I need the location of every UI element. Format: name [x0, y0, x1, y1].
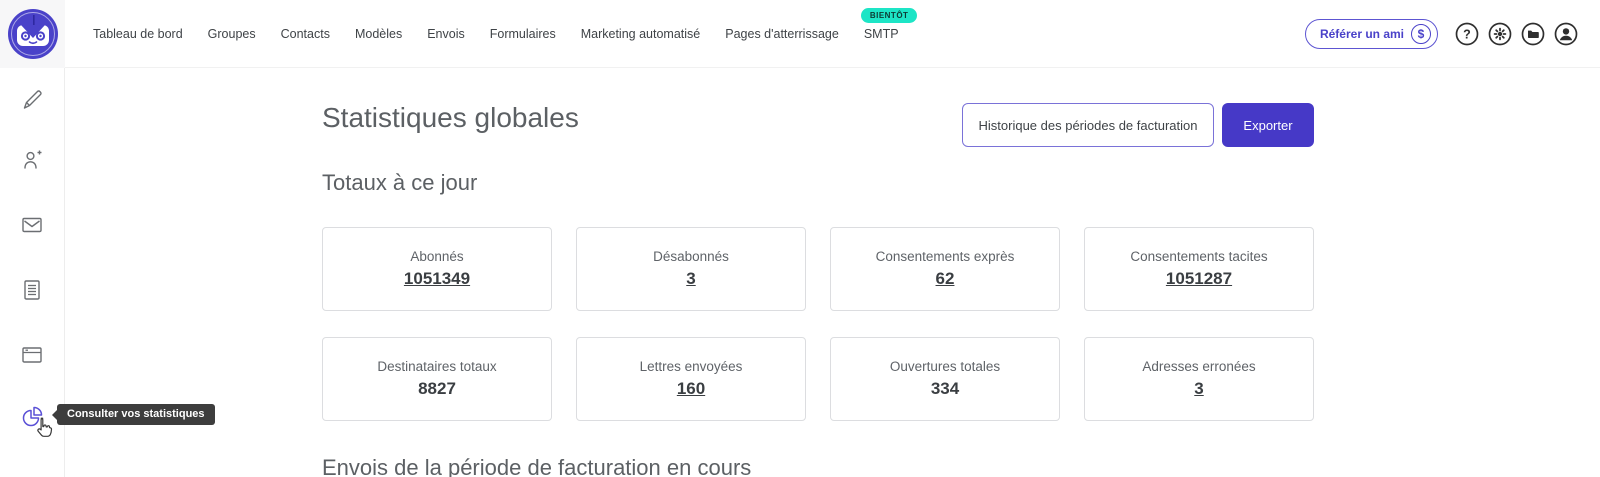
current-period-section-title: Envois de la période de facturation en c… — [322, 455, 752, 477]
stat-card-desabonnes: Désabonnés 3 — [576, 227, 806, 311]
stat-card-ouvertures-totales: Ouvertures totales 334 — [830, 337, 1060, 421]
stat-label: Consentements exprès — [875, 249, 1015, 264]
stat-card-adresses-erronees: Adresses erronées 3 — [1084, 337, 1314, 421]
dollar-icon: $ — [1411, 24, 1431, 44]
nav-marketing-automatise[interactable]: Marketing automatisé — [581, 27, 701, 41]
statistics-page: Tableau de bord Groupes Contacts Modèles… — [0, 0, 1600, 477]
stat-card-lettres-envoyees: Lettres envoyées 160 — [576, 337, 806, 421]
refer-friend-button[interactable]: Référer un ami $ — [1304, 19, 1438, 49]
stat-label: Consentements tacites — [1130, 249, 1268, 264]
page-title: Statistiques globales — [322, 102, 579, 133]
stat-value: 334 — [930, 379, 960, 398]
stats-cards-grid: Abonnés 1051349 Désabonnés 3 Consentemen… — [322, 227, 1314, 421]
owl-robot-logo-icon — [7, 9, 58, 59]
stat-value-link[interactable]: 62 — [936, 269, 955, 289]
nav-envois[interactable]: Envois — [427, 27, 465, 41]
billing-history-button[interactable]: Historique des périodes de facturation — [962, 103, 1214, 147]
nav-tableau-de-bord[interactable]: Tableau de bord — [93, 27, 183, 41]
stat-label: Destinataires totaux — [377, 359, 497, 374]
stat-card-abonnes: Abonnés 1051349 — [322, 227, 552, 311]
stat-label: Adresses erronées — [1142, 359, 1256, 374]
settings-icon[interactable] — [1488, 22, 1512, 46]
stat-label: Ouvertures totales — [889, 359, 1001, 374]
statistics-tooltip: Consulter vos statistiques — [57, 404, 215, 425]
add-contact-icon[interactable] — [20, 148, 44, 172]
stat-value-link[interactable]: 1051287 — [1166, 269, 1232, 289]
main-nav: Tableau de bord Groupes Contacts Modèles… — [93, 0, 918, 68]
stat-value-link[interactable]: 3 — [686, 269, 695, 289]
stat-label: Lettres envoyées — [639, 359, 743, 374]
svg-text:?: ? — [1463, 27, 1471, 41]
stat-card-destinataires-totaux: Destinataires totaux 8827 — [322, 337, 552, 421]
landing-window-icon[interactable] — [20, 343, 44, 367]
folder-icon[interactable] — [1521, 22, 1545, 46]
stat-label: Abonnés — [410, 249, 464, 264]
top-navigation-bar: Tableau de bord Groupes Contacts Modèles… — [0, 0, 1600, 68]
nav-pages-atterrissage[interactable]: Pages d'atterrissage — [725, 27, 839, 41]
stat-value-link[interactable]: 1051349 — [404, 269, 470, 289]
stat-card-consentements-tacites: Consentements tacites 1051287 — [1084, 227, 1314, 311]
nav-groupes[interactable]: Groupes — [208, 27, 256, 41]
totals-section-title: Totaux à ce jour — [322, 170, 478, 195]
nav-contacts[interactable]: Contacts — [281, 27, 330, 41]
mailing-envelope-icon[interactable] — [20, 213, 44, 237]
soon-badge: BIENTÔT — [860, 8, 918, 23]
header-actions: Référer un ami $ ? — [1304, 0, 1578, 68]
templates-document-icon[interactable] — [20, 278, 44, 302]
stat-label: Désabonnés — [653, 249, 729, 264]
export-button[interactable]: Exporter — [1222, 103, 1314, 147]
app-logo[interactable] — [0, 0, 65, 68]
stat-value-link[interactable]: 3 — [1194, 379, 1203, 399]
nav-smtp[interactable]: BIENTÔT SMTP — [860, 8, 918, 41]
stat-value-link[interactable]: 160 — [677, 379, 705, 399]
hand-cursor — [37, 417, 53, 437]
design-brush-icon[interactable] — [20, 88, 44, 112]
refer-friend-label: Référer un ami — [1319, 27, 1404, 41]
help-icon[interactable]: ? — [1455, 22, 1479, 46]
nav-smtp-label: SMTP — [863, 27, 899, 41]
stat-value: 8827 — [418, 379, 456, 398]
stat-card-consentements-expres: Consentements exprès 62 — [830, 227, 1060, 311]
account-icon[interactable] — [1554, 22, 1578, 46]
nav-formulaires[interactable]: Formulaires — [490, 27, 556, 41]
nav-modeles[interactable]: Modèles — [355, 27, 402, 41]
